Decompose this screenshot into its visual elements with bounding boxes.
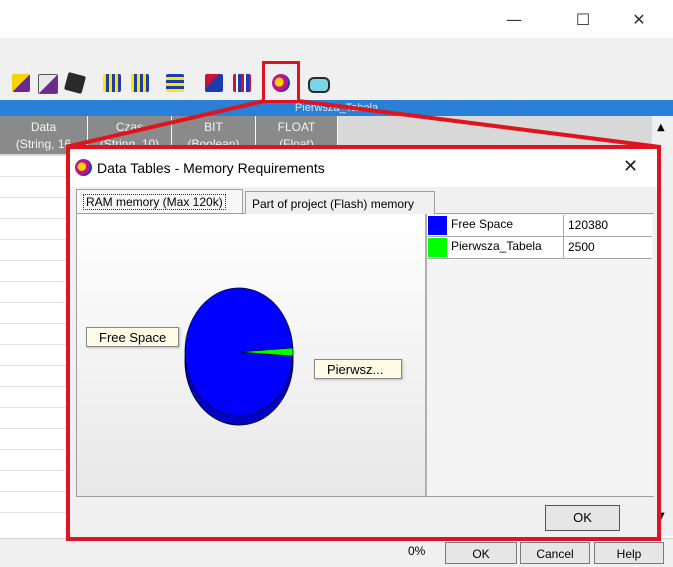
highlight-box: [262, 61, 300, 103]
highlight-frame: [66, 145, 661, 541]
